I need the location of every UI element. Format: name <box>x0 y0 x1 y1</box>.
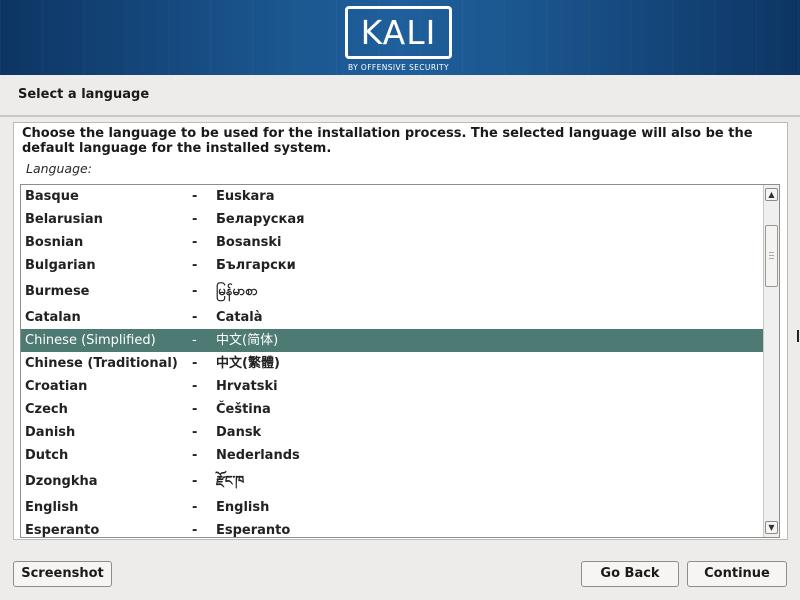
language-separator: - <box>192 523 198 538</box>
language-separator: - <box>192 356 198 371</box>
language-native-name: རྫོང་ཁ <box>216 474 245 489</box>
language-native-name: 中文(简体) <box>216 333 279 348</box>
scrollbar-thumb[interactable] <box>765 225 778 287</box>
language-separator: - <box>192 284 198 299</box>
language-row[interactable]: English - English <box>21 496 763 519</box>
language-name: English <box>25 500 79 515</box>
language-row[interactable]: Belarusian - Беларуская <box>21 208 763 231</box>
language-name: Belarusian <box>25 212 103 227</box>
language-row[interactable]: Croatian - Hrvatski <box>21 375 763 398</box>
language-row[interactable]: Burmese - မြန်မာစာ <box>21 277 763 306</box>
language-name: Burmese <box>25 284 90 299</box>
language-native-name: Dansk <box>216 425 262 440</box>
language-native-name: Беларуская <box>216 212 305 227</box>
language-row[interactable]: Czech - Čeština <box>21 398 763 421</box>
language-name: Basque <box>25 189 79 204</box>
language-native-name: Esperanto <box>216 523 291 538</box>
language-separator: - <box>192 258 198 273</box>
language-native-name: မြန်မာစာ <box>216 284 258 299</box>
language-native-name: Čeština <box>216 402 271 417</box>
language-name: Esperanto <box>25 523 100 538</box>
screenshot-button[interactable]: Screenshot <box>13 561 112 587</box>
language-name: Bulgarian <box>25 258 96 273</box>
language-listbox[interactable]: Basque - Euskara Belarusian - Беларуская Bosni… <box>20 184 780 538</box>
language-name: Czech <box>25 402 68 417</box>
language-separator: - <box>192 402 198 417</box>
language-row[interactable]: Basque - Euskara <box>21 185 763 208</box>
language-list-label: Language: <box>26 161 92 176</box>
language-separator: - <box>192 333 197 348</box>
language-name: Catalan <box>25 310 81 325</box>
language-separator: - <box>192 189 198 204</box>
language-separator: - <box>192 310 198 325</box>
language-native-name: English <box>216 500 270 515</box>
language-separator: - <box>192 500 198 515</box>
language-native-name: Hrvatski <box>216 379 278 394</box>
page-title: Select a language <box>18 87 150 102</box>
language-row[interactable]: Dzongkha - རྫོང་ཁ <box>21 467 763 496</box>
instructions-text: Choose the language to be used for the i… <box>22 126 753 156</box>
language-name: Chinese (Simplified) <box>25 333 156 348</box>
language-native-name: Nederlands <box>216 448 300 463</box>
language-native-name: Català <box>216 310 263 325</box>
scroll-up-button[interactable]: ▲ <box>765 188 778 201</box>
language-separator: - <box>192 212 198 227</box>
language-separator: - <box>192 235 198 250</box>
logo-text: KALI <box>360 13 437 52</box>
language-separator: - <box>192 379 198 394</box>
window-edge-marker <box>797 330 799 342</box>
language-separator: - <box>192 474 198 489</box>
language-row[interactable]: Bulgarian - Български <box>21 254 763 277</box>
kali-banner: KALI BY OFFENSIVE SECURITY <box>0 0 800 75</box>
scroll-down-button[interactable]: ▼ <box>765 521 778 534</box>
language-native-name: Bosanski <box>216 235 282 250</box>
language-row[interactable]: Dutch - Nederlands <box>21 444 763 467</box>
language-separator: - <box>192 448 198 463</box>
go-back-button[interactable]: Go Back <box>581 561 679 587</box>
language-row[interactable]: Catalan - Català <box>21 306 763 329</box>
language-row[interactable]: Danish - Dansk <box>21 421 763 444</box>
language-name: Danish <box>25 425 76 440</box>
kali-logo: KALI <box>345 6 452 59</box>
language-name: Croatian <box>25 379 88 394</box>
language-row[interactable]: Chinese (Simplified) - 中文(简体) <box>21 329 763 352</box>
language-native-name: Euskara <box>216 189 275 204</box>
vertical-scrollbar[interactable]: ▲ ▼ <box>763 185 779 537</box>
language-name: Chinese (Traditional) <box>25 356 178 371</box>
continue-button[interactable]: Continue <box>687 561 787 587</box>
title-divider <box>0 115 800 117</box>
language-row[interactable]: Chinese (Traditional) - 中文(繁體) <box>21 352 763 375</box>
language-name: Dutch <box>25 448 69 463</box>
language-name: Bosnian <box>25 235 84 250</box>
language-list: Basque - Euskara Belarusian - Беларуская Bosni… <box>21 185 763 538</box>
language-row[interactable]: Bosnian - Bosanski <box>21 231 763 254</box>
language-name: Dzongkha <box>25 474 98 489</box>
language-native-name: Български <box>216 258 296 273</box>
language-separator: - <box>192 425 198 440</box>
logo-subtitle: BY OFFENSIVE SECURITY <box>347 63 450 72</box>
language-native-name: 中文(繁體) <box>216 356 280 371</box>
language-row[interactable]: Esperanto - Esperanto <box>21 519 763 538</box>
